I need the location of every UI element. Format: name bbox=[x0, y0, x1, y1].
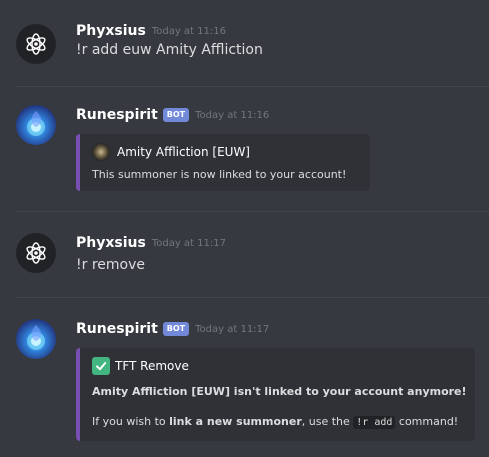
timestamp: Today at 11:17 bbox=[195, 323, 270, 335]
summoner-icon bbox=[92, 143, 110, 161]
message-content: !r remove bbox=[76, 257, 145, 273]
embed-title: TFT Remove bbox=[115, 359, 189, 373]
message-divider bbox=[16, 211, 489, 212]
embed-hint: If you wish to link a new summoner, use … bbox=[92, 415, 459, 429]
avatar[interactable] bbox=[16, 105, 56, 145]
inline-code: !r add bbox=[353, 416, 396, 429]
check-icon bbox=[92, 357, 110, 375]
orb-icon bbox=[27, 111, 45, 136]
message-header: Runespirit BOT Today at 11:17 bbox=[76, 321, 269, 337]
bot-tag: BOT bbox=[162, 322, 190, 336]
chat-messages: Phyxsius Today at 11:16 !r add euw Amity… bbox=[0, 0, 489, 457]
message-divider bbox=[16, 297, 489, 298]
timestamp: Today at 11:16 bbox=[151, 25, 226, 37]
embed-description: This summoner is now linked to your acco… bbox=[92, 168, 347, 181]
hint-bold: link a new summoner bbox=[169, 415, 302, 428]
avatar[interactable] bbox=[16, 233, 56, 273]
embed: Amity Affliction [EUW] This summoner is … bbox=[76, 134, 370, 191]
message-divider bbox=[16, 86, 489, 87]
embed-author-name[interactable]: Amity Affliction [EUW] bbox=[117, 145, 250, 159]
avatar[interactable] bbox=[16, 319, 56, 359]
orb-icon bbox=[27, 325, 45, 350]
avatar[interactable] bbox=[16, 24, 56, 64]
timestamp: Today at 11:17 bbox=[151, 237, 226, 249]
timestamp: Today at 11:16 bbox=[195, 109, 270, 121]
username[interactable]: Runespirit bbox=[76, 107, 158, 123]
embed-author: Amity Affliction [EUW] bbox=[92, 143, 250, 161]
message-header: Phyxsius Today at 11:17 bbox=[76, 235, 226, 251]
hint-suffix: command! bbox=[395, 415, 459, 428]
hint-prefix: If you wish to bbox=[92, 415, 170, 428]
bot-tag: BOT bbox=[162, 108, 190, 122]
message-content: !r add euw Amity Affliction bbox=[76, 42, 263, 58]
message-header: Phyxsius Today at 11:16 bbox=[76, 23, 226, 39]
hint-middle: , use the bbox=[301, 415, 354, 428]
embed-title-row: TFT Remove bbox=[92, 357, 189, 375]
username[interactable]: Phyxsius bbox=[76, 23, 146, 39]
username[interactable]: Phyxsius bbox=[76, 235, 146, 251]
atom-icon bbox=[26, 33, 46, 55]
embed-bold-line: Amity Affliction [EUW] isn't linked to y… bbox=[92, 385, 467, 398]
atom-icon bbox=[26, 242, 46, 264]
embed: TFT Remove Amity Affliction [EUW] isn't … bbox=[76, 348, 475, 441]
username[interactable]: Runespirit bbox=[76, 321, 158, 337]
message-header: Runespirit BOT Today at 11:16 bbox=[76, 107, 269, 123]
